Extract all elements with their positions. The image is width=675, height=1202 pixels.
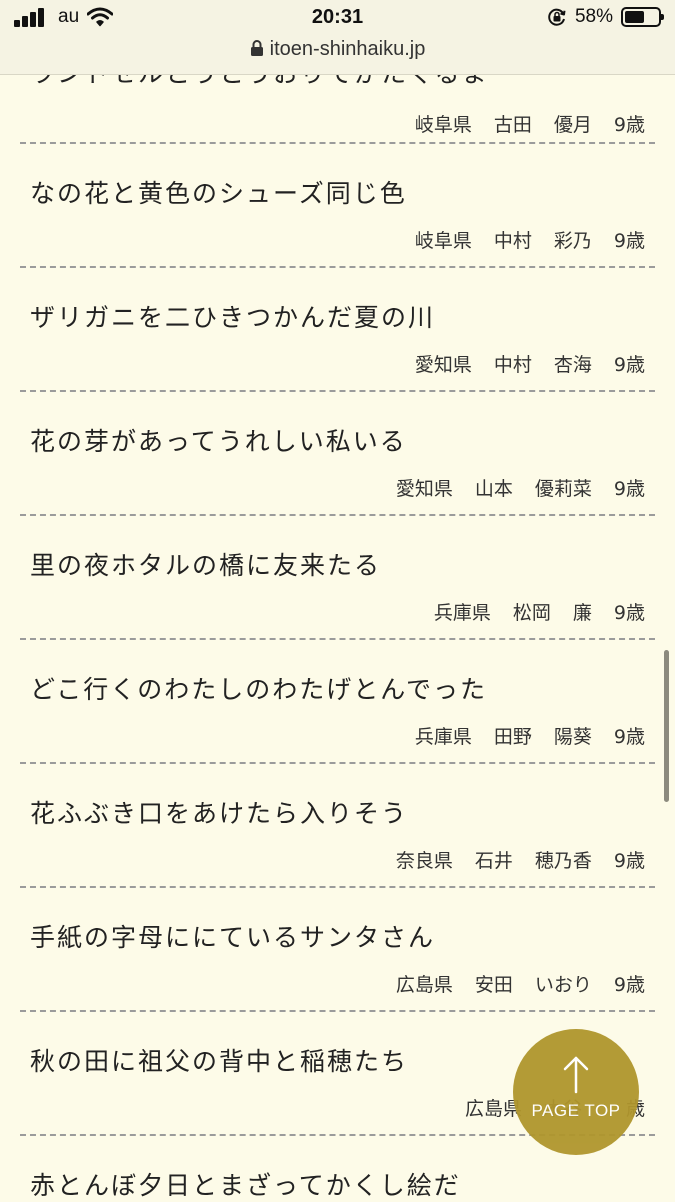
prefecture: 愛知県 (414, 354, 472, 376)
age: 9歳 (613, 726, 645, 748)
given-name: 穂乃香 (534, 850, 592, 872)
author-meta: 奈良県 石井 穂乃香 9歳 (374, 846, 645, 873)
lock-icon (250, 40, 263, 56)
divider (20, 1010, 655, 1012)
surname: 中村 (493, 354, 532, 376)
haiku-list: ランドセルとうとうおりてかたぐるま 岐阜県古田優月9歳 なの花と黄色のシューズ同… (0, 0, 675, 1200)
author-meta: 広島県 安田 いおり 9歳 (374, 970, 645, 997)
status-bar: au 20:31 58% (0, 0, 675, 36)
divider (20, 266, 655, 268)
prefecture: 愛知県 (395, 478, 453, 500)
prefecture: 兵庫県 (414, 726, 472, 748)
scrollbar[interactable] (664, 650, 669, 802)
age: 9歳 (613, 114, 645, 136)
given-name: 陽葵 (553, 726, 592, 748)
age: 9歳 (613, 230, 645, 252)
haiku-text: 里の夜ホタルの橋に友来たる (30, 551, 382, 580)
prefecture: 奈良県 (395, 850, 453, 872)
url-text: itoen-shinhaiku.jp (269, 38, 426, 60)
battery-percent: 58% (574, 6, 613, 27)
given-name: 優莉菜 (534, 478, 592, 500)
haiku-text: 秋の田に祖父の背中と稲穂たち (30, 1047, 409, 1076)
prefecture: 岐阜県 (414, 230, 472, 252)
surname: 山本 (474, 478, 513, 500)
surname: 田野 (493, 726, 532, 748)
given-name: 杏海 (553, 354, 592, 376)
divider (20, 514, 655, 516)
surname: 松岡 (512, 602, 551, 624)
age: 9歳 (613, 478, 645, 500)
battery-level (625, 11, 644, 23)
page-top-button[interactable]: PAGE TOP (513, 1029, 639, 1155)
battery-icon (621, 7, 664, 27)
status-right: 58% (547, 6, 664, 28)
address-bar[interactable]: itoen-shinhaiku.jp (0, 36, 675, 75)
author-meta: 兵庫県 松岡廉 9歳 (412, 598, 645, 625)
haiku-text: 花の芽があってうれしい私いる (30, 427, 407, 456)
haiku-text: 花ふぶき口をあけたら入りそう (30, 799, 409, 828)
haiku-text: ザリガニを二ひきつかんだ夏の川 (30, 303, 436, 332)
divider (20, 390, 655, 392)
battery-cap (661, 14, 664, 20)
divider (20, 638, 655, 640)
url-display[interactable]: itoen-shinhaiku.jp (0, 38, 675, 61)
divider (20, 886, 655, 888)
surname: 石井 (474, 850, 513, 872)
given-name: いおり (534, 974, 592, 996)
surname: 安田 (474, 974, 513, 996)
haiku-text: なの花と黄色のシューズ同じ色 (30, 179, 407, 208)
haiku-text: 赤とんぼ夕日とまざってかくし絵だ (30, 1171, 461, 1200)
age: 9歳 (613, 850, 645, 872)
author-meta: 兵庫県 田野 陽葵 9歳 (393, 722, 645, 749)
age: 9歳 (613, 974, 645, 996)
author-meta: 愛知県 山本 優莉菜 9歳 (374, 474, 645, 501)
haiku-text: どこ行くのわたしのわたげとんでった (30, 675, 488, 704)
divider (20, 142, 655, 144)
age: 9歳 (613, 602, 645, 624)
given-name: 彩乃 (553, 230, 592, 252)
divider (20, 762, 655, 764)
arrow-up-icon (563, 1056, 589, 1094)
age: 9歳 (613, 354, 645, 376)
author-meta: 愛知県 中村 杏海 9歳 (393, 350, 645, 377)
surname: 古田 (493, 114, 532, 136)
surname: 中村 (493, 230, 532, 252)
author-meta: 岐阜県 中村 彩乃 9歳 (393, 226, 645, 253)
author-meta: 岐阜県 古田 優月 9歳 (393, 110, 645, 137)
prefecture: 兵庫県 (433, 602, 491, 624)
page-top-label: PAGE TOP (531, 1101, 621, 1120)
given-name: 廉 (572, 602, 592, 624)
haiku-text: 手紙の字母ににているサンタさん (30, 923, 436, 952)
prefecture: 広島県 (395, 974, 453, 996)
given-name: 優月 (553, 114, 592, 136)
prefecture: 岐阜県 (414, 114, 472, 136)
rotation-lock-icon (548, 8, 566, 26)
